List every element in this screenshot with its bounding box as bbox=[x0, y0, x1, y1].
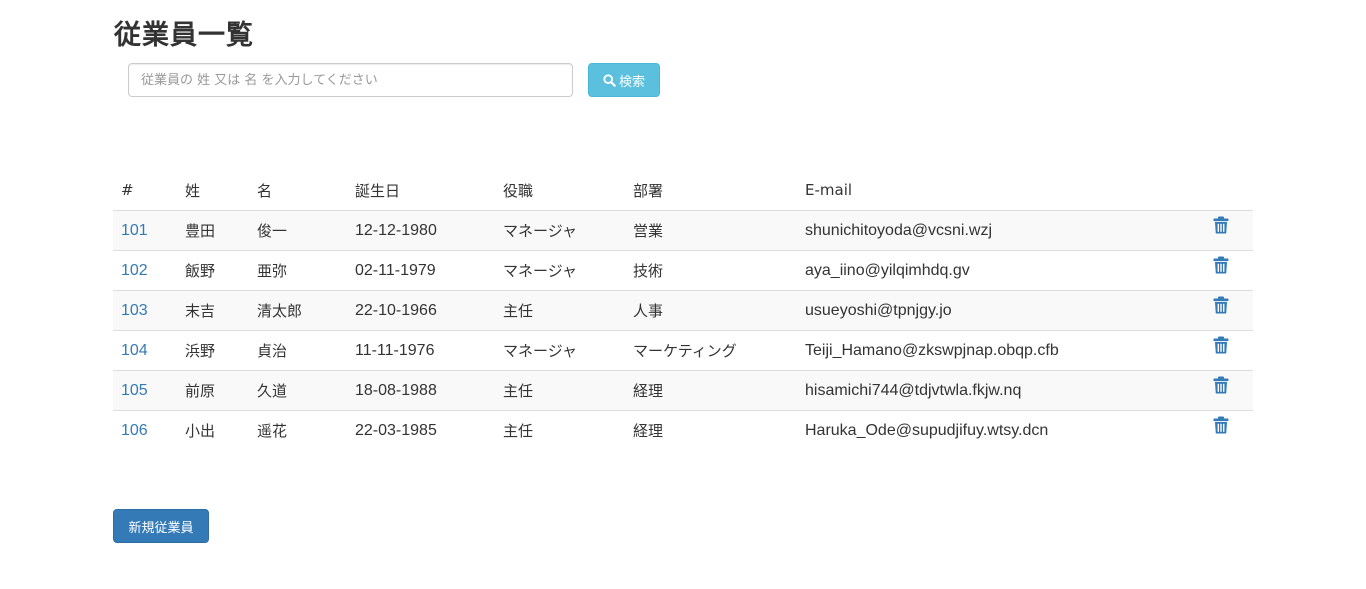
new-employee-button[interactable]: 新規従業員 bbox=[113, 509, 209, 543]
email-cell: Teiji_Hamano@zkswpjnap.obqp.cfb bbox=[797, 330, 1173, 371]
employee-id-link[interactable]: 103 bbox=[121, 302, 148, 319]
id-cell: 104 bbox=[113, 330, 177, 371]
birthday-cell: 02-11-1979 bbox=[347, 250, 495, 291]
employee-id-link[interactable]: 105 bbox=[121, 382, 148, 399]
search-button[interactable]: 検索 bbox=[588, 63, 660, 97]
search-icon bbox=[603, 73, 616, 87]
row-actions-cell bbox=[1173, 250, 1253, 291]
employee-id-link[interactable]: 104 bbox=[121, 342, 148, 359]
trash-icon[interactable] bbox=[1213, 296, 1229, 319]
page-title: 従業員一覧 bbox=[114, 20, 254, 51]
employee-id-link[interactable]: 102 bbox=[121, 262, 148, 279]
row-actions-cell bbox=[1173, 330, 1253, 371]
email-cell: usueyoshi@tpnjgy.jo bbox=[797, 290, 1173, 331]
email-cell: Haruka_Ode@supudjifuy.wtsy.dcn bbox=[797, 410, 1173, 450]
first-name-cell: 久道 bbox=[249, 370, 347, 411]
birthday-cell: 11-11-1976 bbox=[347, 330, 495, 371]
table-body: 101 豊田 俊一 12-12-1980 マネージャ 営業 shunichitoyoda@v… bbox=[113, 210, 1253, 450]
row-actions-cell bbox=[1173, 290, 1253, 331]
position-cell: 主任 bbox=[495, 290, 625, 331]
department-cell: 経理 bbox=[625, 370, 797, 411]
last-name-cell: 小出 bbox=[177, 410, 249, 450]
first-name-cell: 亜弥 bbox=[249, 250, 347, 291]
id-cell: 101 bbox=[113, 211, 177, 251]
id-cell: 105 bbox=[113, 370, 177, 411]
department-cell: 営業 bbox=[633, 222, 664, 240]
birthday-cell: 22-10-1966 bbox=[347, 290, 495, 331]
email-cell: aya_iino@yilqimhdq.gv bbox=[797, 250, 1173, 291]
id-cell: 106 bbox=[113, 410, 177, 450]
trash-icon[interactable] bbox=[1213, 336, 1229, 359]
email-cell: shunichitoyoda@vcsni.wzj bbox=[805, 221, 992, 239]
column-header-last-name: 姓 bbox=[177, 170, 249, 211]
row-actions-cell bbox=[1173, 211, 1253, 251]
table-row: 105 前原 久道 18-08-1988 主任 経理 hisamichi744@tdjvtw… bbox=[113, 370, 1253, 411]
column-header-email: E-mail bbox=[797, 170, 1173, 211]
last-name-cell: 末吉 bbox=[177, 290, 249, 331]
table-row: 103 末吉 清太郎 22-10-1966 主任 人事 usueyoshi@tpnjgy.j… bbox=[113, 290, 1253, 331]
position-cell: 主任 bbox=[495, 410, 625, 450]
column-header-id: # bbox=[113, 170, 177, 211]
trash-icon[interactable] bbox=[1213, 256, 1229, 279]
table-row: 101 豊田 俊一 12-12-1980 マネージャ 営業 shunichitoyoda@v… bbox=[113, 210, 1253, 251]
birthday-cell: 18-08-1988 bbox=[347, 370, 495, 411]
trash-icon[interactable] bbox=[1213, 416, 1229, 439]
search-button-label: 検索 bbox=[618, 74, 645, 90]
employee-id-link[interactable]: 106 bbox=[121, 422, 148, 439]
column-header-first-name: 名 bbox=[249, 170, 347, 211]
position-cell: マネージャ bbox=[503, 222, 577, 240]
search-input[interactable] bbox=[128, 63, 573, 97]
id-cell: 103 bbox=[113, 290, 177, 331]
table-header-row: # 姓 名 誕生日 役職 部署 E-mail bbox=[113, 170, 1253, 211]
column-header-department: 部署 bbox=[625, 170, 797, 211]
employee-id-link[interactable]: 101 bbox=[121, 222, 148, 239]
row-actions-cell bbox=[1173, 370, 1253, 411]
last-name-cell: 前原 bbox=[177, 370, 249, 411]
last-name-cell: 浜野 bbox=[177, 330, 249, 371]
department-cell: 経理 bbox=[625, 410, 797, 450]
first-name-cell: 遥花 bbox=[249, 410, 347, 450]
employee-table: # 姓 名 誕生日 役職 部署 E-mail 101 豊田 俊一 12-12-1980… bbox=[113, 170, 1253, 450]
table-row: 106 小出 遥花 22-03-1985 主任 経理 Haruka_Ode@supudjif… bbox=[113, 410, 1253, 450]
birthday-cell: 22-03-1985 bbox=[347, 410, 495, 450]
trash-icon[interactable] bbox=[1213, 376, 1229, 399]
department-cell: 人事 bbox=[625, 290, 797, 331]
email-cell: hisamichi744@tdjvtwla.fkjw.nq bbox=[797, 370, 1173, 411]
department-cell: マーケティング bbox=[625, 330, 797, 371]
position-cell: マネージャ bbox=[495, 330, 625, 371]
first-name-cell: 貞治 bbox=[249, 330, 347, 371]
last-name-cell: 豊田 bbox=[185, 222, 216, 240]
id-cell: 102 bbox=[113, 250, 177, 291]
department-cell: 技術 bbox=[625, 250, 797, 291]
position-cell: マネージャ bbox=[495, 250, 625, 291]
last-name-cell: 飯野 bbox=[177, 250, 249, 291]
first-name-cell: 俊一 bbox=[257, 222, 288, 240]
table-row: 104 浜野 貞治 11-11-1976 マネージャ マーケティング Teiji_Haman… bbox=[113, 330, 1253, 371]
trash-icon[interactable] bbox=[1213, 216, 1229, 239]
first-name-cell: 清太郎 bbox=[249, 290, 347, 331]
column-header-position: 役職 bbox=[495, 170, 625, 211]
table-row: 102 飯野 亜弥 02-11-1979 マネージャ 技術 aya_iino@yilqimh… bbox=[113, 250, 1253, 291]
row-actions-cell bbox=[1173, 410, 1253, 450]
birthday-cell: 12-12-1980 bbox=[355, 221, 437, 239]
position-cell: 主任 bbox=[495, 370, 625, 411]
column-header-actions bbox=[1173, 170, 1253, 211]
column-header-birthday: 誕生日 bbox=[347, 170, 495, 211]
